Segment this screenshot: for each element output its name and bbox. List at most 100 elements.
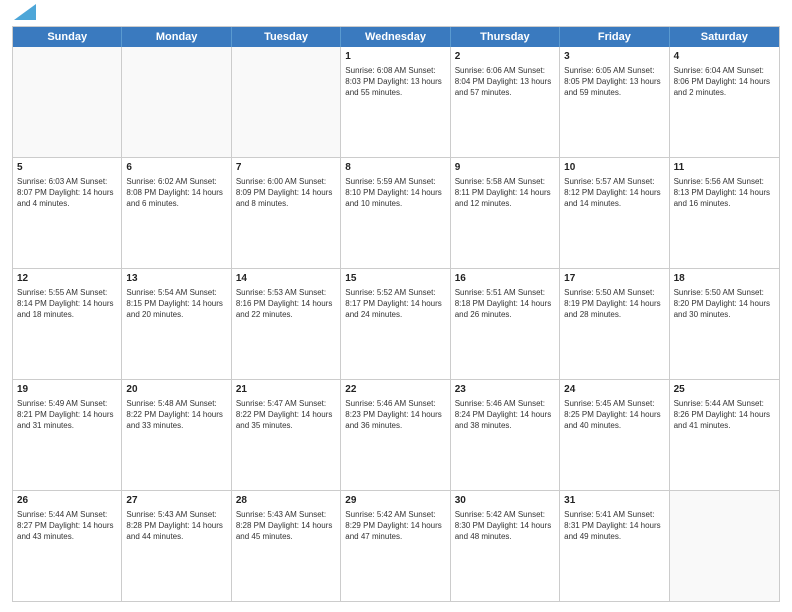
day-cell-3: 3Sunrise: 6:05 AM Sunset: 8:05 PM Daylig… <box>560 47 669 157</box>
logo-icon <box>14 4 36 20</box>
day-cell-4: 4Sunrise: 6:04 AM Sunset: 8:06 PM Daylig… <box>670 47 779 157</box>
day-cell-21: 21Sunrise: 5:47 AM Sunset: 8:22 PM Dayli… <box>232 380 341 490</box>
day-info: Sunrise: 5:49 AM Sunset: 8:21 PM Dayligh… <box>17 398 117 432</box>
day-number: 20 <box>126 383 226 397</box>
day-cell-12: 12Sunrise: 5:55 AM Sunset: 8:14 PM Dayli… <box>13 269 122 379</box>
day-number: 24 <box>564 383 664 397</box>
calendar-header: SundayMondayTuesdayWednesdayThursdayFrid… <box>13 27 779 47</box>
day-info: Sunrise: 5:41 AM Sunset: 8:31 PM Dayligh… <box>564 509 664 543</box>
day-info: Sunrise: 6:06 AM Sunset: 8:04 PM Dayligh… <box>455 65 555 99</box>
day-cell-10: 10Sunrise: 5:57 AM Sunset: 8:12 PM Dayli… <box>560 158 669 268</box>
day-number: 1 <box>345 50 445 64</box>
day-cell-2: 2Sunrise: 6:06 AM Sunset: 8:04 PM Daylig… <box>451 47 560 157</box>
day-number: 26 <box>17 494 117 508</box>
day-number: 31 <box>564 494 664 508</box>
day-info: Sunrise: 5:43 AM Sunset: 8:28 PM Dayligh… <box>126 509 226 543</box>
day-cell-14: 14Sunrise: 5:53 AM Sunset: 8:16 PM Dayli… <box>232 269 341 379</box>
day-info: Sunrise: 5:45 AM Sunset: 8:25 PM Dayligh… <box>564 398 664 432</box>
empty-cell <box>670 491 779 601</box>
day-cell-22: 22Sunrise: 5:46 AM Sunset: 8:23 PM Dayli… <box>341 380 450 490</box>
day-number: 19 <box>17 383 117 397</box>
day-number: 15 <box>345 272 445 286</box>
day-info: Sunrise: 5:42 AM Sunset: 8:30 PM Dayligh… <box>455 509 555 543</box>
day-cell-23: 23Sunrise: 5:46 AM Sunset: 8:24 PM Dayli… <box>451 380 560 490</box>
weekday-header-friday: Friday <box>560 27 669 47</box>
day-cell-9: 9Sunrise: 5:58 AM Sunset: 8:11 PM Daylig… <box>451 158 560 268</box>
day-info: Sunrise: 5:46 AM Sunset: 8:24 PM Dayligh… <box>455 398 555 432</box>
day-info: Sunrise: 5:44 AM Sunset: 8:26 PM Dayligh… <box>674 398 775 432</box>
day-info: Sunrise: 5:43 AM Sunset: 8:28 PM Dayligh… <box>236 509 336 543</box>
day-number: 18 <box>674 272 775 286</box>
day-number: 30 <box>455 494 555 508</box>
calendar: SundayMondayTuesdayWednesdayThursdayFrid… <box>12 26 780 602</box>
day-cell-15: 15Sunrise: 5:52 AM Sunset: 8:17 PM Dayli… <box>341 269 450 379</box>
day-cell-18: 18Sunrise: 5:50 AM Sunset: 8:20 PM Dayli… <box>670 269 779 379</box>
day-number: 11 <box>674 161 775 175</box>
day-cell-24: 24Sunrise: 5:45 AM Sunset: 8:25 PM Dayli… <box>560 380 669 490</box>
week-row-2: 5Sunrise: 6:03 AM Sunset: 8:07 PM Daylig… <box>13 157 779 268</box>
day-number: 27 <box>126 494 226 508</box>
day-number: 4 <box>674 50 775 64</box>
day-cell-11: 11Sunrise: 5:56 AM Sunset: 8:13 PM Dayli… <box>670 158 779 268</box>
day-info: Sunrise: 5:59 AM Sunset: 8:10 PM Dayligh… <box>345 176 445 210</box>
day-number: 28 <box>236 494 336 508</box>
day-number: 8 <box>345 161 445 175</box>
weekday-header-wednesday: Wednesday <box>341 27 450 47</box>
day-cell-19: 19Sunrise: 5:49 AM Sunset: 8:21 PM Dayli… <box>13 380 122 490</box>
day-number: 14 <box>236 272 336 286</box>
day-info: Sunrise: 5:52 AM Sunset: 8:17 PM Dayligh… <box>345 287 445 321</box>
day-info: Sunrise: 5:54 AM Sunset: 8:15 PM Dayligh… <box>126 287 226 321</box>
week-row-5: 26Sunrise: 5:44 AM Sunset: 8:27 PM Dayli… <box>13 490 779 601</box>
day-info: Sunrise: 5:55 AM Sunset: 8:14 PM Dayligh… <box>17 287 117 321</box>
page: SundayMondayTuesdayWednesdayThursdayFrid… <box>0 0 792 612</box>
day-cell-20: 20Sunrise: 5:48 AM Sunset: 8:22 PM Dayli… <box>122 380 231 490</box>
day-info: Sunrise: 5:56 AM Sunset: 8:13 PM Dayligh… <box>674 176 775 210</box>
day-info: Sunrise: 5:51 AM Sunset: 8:18 PM Dayligh… <box>455 287 555 321</box>
header <box>12 10 780 20</box>
day-cell-31: 31Sunrise: 5:41 AM Sunset: 8:31 PM Dayli… <box>560 491 669 601</box>
weekday-header-monday: Monday <box>122 27 231 47</box>
day-cell-7: 7Sunrise: 6:00 AM Sunset: 8:09 PM Daylig… <box>232 158 341 268</box>
day-number: 7 <box>236 161 336 175</box>
day-info: Sunrise: 6:03 AM Sunset: 8:07 PM Dayligh… <box>17 176 117 210</box>
day-number: 13 <box>126 272 226 286</box>
day-number: 12 <box>17 272 117 286</box>
empty-cell <box>13 47 122 157</box>
day-info: Sunrise: 5:50 AM Sunset: 8:19 PM Dayligh… <box>564 287 664 321</box>
week-row-4: 19Sunrise: 5:49 AM Sunset: 8:21 PM Dayli… <box>13 379 779 490</box>
day-number: 22 <box>345 383 445 397</box>
day-cell-5: 5Sunrise: 6:03 AM Sunset: 8:07 PM Daylig… <box>13 158 122 268</box>
day-info: Sunrise: 6:02 AM Sunset: 8:08 PM Dayligh… <box>126 176 226 210</box>
day-number: 2 <box>455 50 555 64</box>
day-cell-27: 27Sunrise: 5:43 AM Sunset: 8:28 PM Dayli… <box>122 491 231 601</box>
day-number: 17 <box>564 272 664 286</box>
day-number: 10 <box>564 161 664 175</box>
day-info: Sunrise: 6:05 AM Sunset: 8:05 PM Dayligh… <box>564 65 664 99</box>
day-number: 5 <box>17 161 117 175</box>
day-info: Sunrise: 5:50 AM Sunset: 8:20 PM Dayligh… <box>674 287 775 321</box>
weekday-header-saturday: Saturday <box>670 27 779 47</box>
weekday-header-thursday: Thursday <box>451 27 560 47</box>
empty-cell <box>232 47 341 157</box>
calendar-body: 1Sunrise: 6:08 AM Sunset: 8:03 PM Daylig… <box>13 47 779 601</box>
day-cell-17: 17Sunrise: 5:50 AM Sunset: 8:19 PM Dayli… <box>560 269 669 379</box>
day-cell-30: 30Sunrise: 5:42 AM Sunset: 8:30 PM Dayli… <box>451 491 560 601</box>
weekday-header-tuesday: Tuesday <box>232 27 341 47</box>
day-number: 3 <box>564 50 664 64</box>
day-number: 25 <box>674 383 775 397</box>
day-cell-13: 13Sunrise: 5:54 AM Sunset: 8:15 PM Dayli… <box>122 269 231 379</box>
weekday-header-sunday: Sunday <box>13 27 122 47</box>
day-cell-1: 1Sunrise: 6:08 AM Sunset: 8:03 PM Daylig… <box>341 47 450 157</box>
week-row-1: 1Sunrise: 6:08 AM Sunset: 8:03 PM Daylig… <box>13 47 779 157</box>
day-cell-28: 28Sunrise: 5:43 AM Sunset: 8:28 PM Dayli… <box>232 491 341 601</box>
day-info: Sunrise: 5:44 AM Sunset: 8:27 PM Dayligh… <box>17 509 117 543</box>
day-cell-29: 29Sunrise: 5:42 AM Sunset: 8:29 PM Dayli… <box>341 491 450 601</box>
day-info: Sunrise: 5:46 AM Sunset: 8:23 PM Dayligh… <box>345 398 445 432</box>
day-info: Sunrise: 5:48 AM Sunset: 8:22 PM Dayligh… <box>126 398 226 432</box>
day-number: 29 <box>345 494 445 508</box>
day-info: Sunrise: 5:42 AM Sunset: 8:29 PM Dayligh… <box>345 509 445 543</box>
day-number: 21 <box>236 383 336 397</box>
day-cell-8: 8Sunrise: 5:59 AM Sunset: 8:10 PM Daylig… <box>341 158 450 268</box>
day-info: Sunrise: 5:57 AM Sunset: 8:12 PM Dayligh… <box>564 176 664 210</box>
day-cell-16: 16Sunrise: 5:51 AM Sunset: 8:18 PM Dayli… <box>451 269 560 379</box>
